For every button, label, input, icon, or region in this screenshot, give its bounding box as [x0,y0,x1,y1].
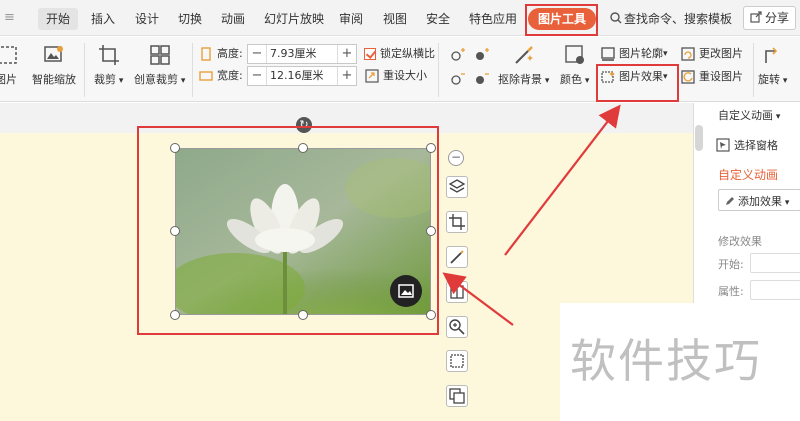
select-pane-label: 选择窗格 [734,139,778,152]
start-label: 开始: [718,258,744,271]
add-effect-button[interactable]: 添加效果 ▾ [718,189,800,211]
custom-animation-heading: 自定义动画 [718,168,779,182]
watermark-area: 软件技巧 [560,303,800,421]
watermark-text: 软件技巧 [570,334,762,388]
property-label: 属性: [718,285,744,298]
select-pane-icon [716,138,730,152]
add-effect-label: 添加效果 [738,195,782,208]
start-select[interactable] [750,253,800,273]
select-pane-button[interactable]: 选择窗格 [716,137,778,153]
edit-icon [726,197,734,205]
modify-effect-label: 修改效果 [718,235,762,248]
panel-title[interactable]: 自定义动画 ▾ [718,107,780,123]
panel-title-label: 自定义动画 [718,109,773,122]
property-select[interactable] [750,280,800,300]
